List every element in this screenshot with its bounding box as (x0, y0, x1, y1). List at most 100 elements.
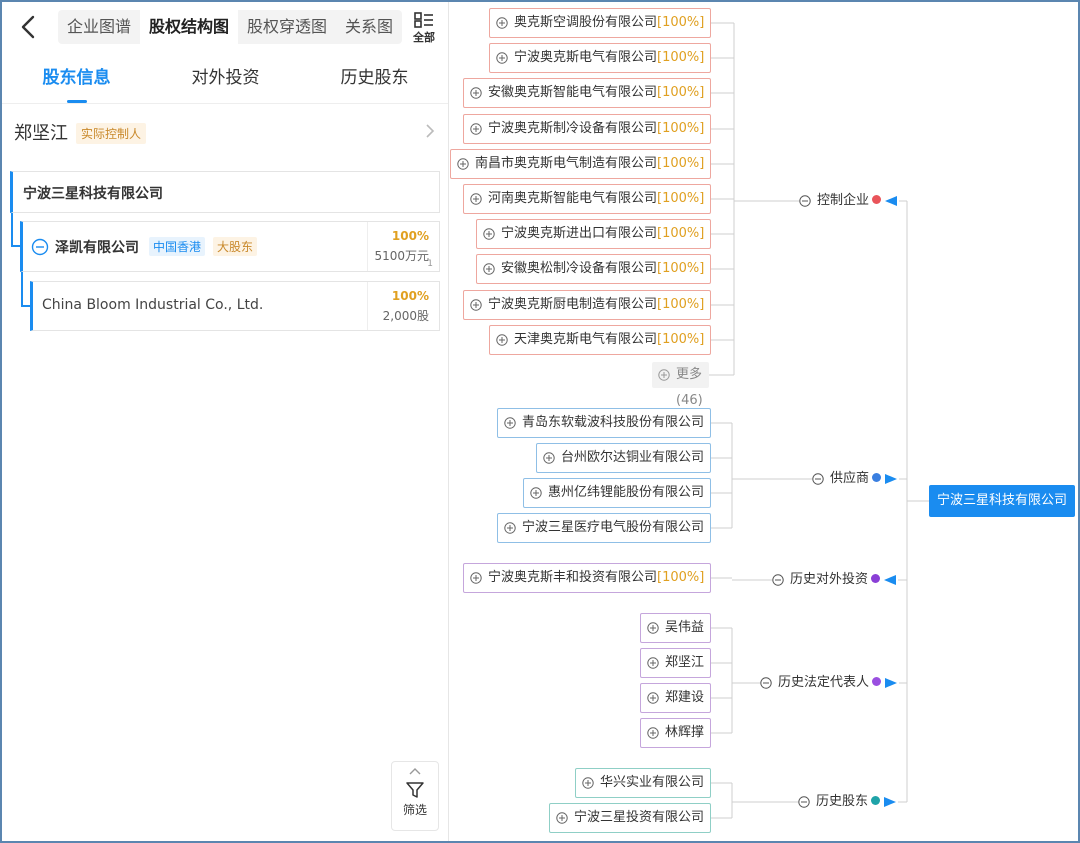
grid-menu-icon (414, 12, 433, 28)
expand-icon (470, 572, 482, 584)
more-button[interactable]: 更多(46) (652, 362, 709, 408)
control-child-node[interactable]: 河南奥克斯智能电气有限公司[100%] (463, 184, 712, 214)
history_legal-child-node[interactable]: 郑建设 (640, 683, 712, 713)
control-child-node[interactable]: 宁波奥克斯制冷设备有限公司[100%] (463, 114, 712, 144)
control-child-node[interactable]: 宁波奥克斯电气有限公司[100%] (489, 43, 712, 73)
category-dot (872, 195, 882, 204)
shareholding-info: 100% 2,000股 (367, 282, 439, 330)
tree-connector (21, 272, 23, 306)
direction-arrow-shape (885, 196, 897, 206)
control-child-node[interactable]: 宁波奥克斯进出口有限公司[100%] (476, 219, 712, 249)
shareholder-card[interactable]: China Bloom Industrial Co., Ltd. 100% 2,… (30, 281, 440, 331)
expand-icon (470, 193, 482, 205)
node-label: 青岛东软载波科技股份有限公司 (522, 415, 705, 430)
tree-connector (11, 245, 20, 247)
category-label: 控制企业 (817, 193, 870, 208)
node-label: 宁波三星投资有限公司 (574, 810, 705, 825)
category-label: 历史股东 (816, 794, 869, 809)
node-label: 宁波奥克斯进出口有限公司 (501, 226, 658, 241)
expand-icon (658, 369, 670, 381)
expand-icon (647, 727, 659, 739)
sub-tabs: 股东信息 对外投资 历史股东 (2, 54, 448, 104)
category-dot (871, 574, 881, 583)
supplier-child-node[interactable]: 青岛东软载波科技股份有限公司 (497, 408, 712, 438)
back-arrow-icon[interactable] (16, 14, 42, 40)
expand-icon (556, 812, 568, 824)
history_invest-child-node[interactable]: 宁波奥克斯丰和投资有限公司[100%] (463, 563, 712, 593)
control-child-node[interactable]: 奥克斯空调股份有限公司[100%] (489, 8, 712, 38)
control-child-node[interactable]: 天津奥克斯电气有限公司[100%] (489, 325, 712, 355)
expand-icon (470, 123, 482, 135)
expand-icon (582, 777, 594, 789)
category-history_invest[interactable]: 历史对外投资 (772, 570, 896, 590)
filter-label: 筛选 (402, 803, 427, 817)
collapse-icon[interactable] (798, 796, 810, 808)
actual-controller-row[interactable]: 郑坚江 实际控制人 (2, 106, 448, 156)
tab-equity-penetration[interactable]: 股权穿透图 (238, 10, 336, 44)
control-child-node[interactable]: 南昌市奥克斯电气制造有限公司[100%] (450, 149, 712, 179)
tab-history-shareholders[interactable]: 历史股东 (300, 54, 448, 103)
control-child-node[interactable]: 安徽奥松制冷设备有限公司[100%] (476, 254, 712, 284)
node-label: 郑坚江 (665, 655, 705, 670)
control-child-node[interactable]: 安徽奥克斯智能电气有限公司[100%] (463, 78, 712, 108)
history_legal-child-node[interactable]: 吴伟益 (640, 613, 712, 643)
tab-enterprise-graph[interactable]: 企业图谱 (58, 10, 140, 44)
node-percent: [100%] (657, 50, 705, 65)
category-supplier[interactable]: 供应商 (812, 469, 897, 489)
supplier-child-node[interactable]: 宁波三星医疗电气股份有限公司 (497, 513, 712, 543)
tab-shareholder-info[interactable]: 股东信息 (2, 54, 151, 103)
layer-index: 1 (427, 259, 433, 269)
chevron-right-icon (426, 124, 435, 138)
category-history_legal[interactable]: 历史法定代表人 (760, 673, 897, 693)
node-percent: [100%] (657, 261, 705, 276)
collapse-icon[interactable] (760, 677, 772, 689)
more-label: 更多(46) (676, 367, 703, 408)
expand-icon (543, 452, 555, 464)
expand-icon (647, 692, 659, 704)
supplier-child-node[interactable]: 台州欧尔达铜业有限公司 (536, 443, 712, 473)
tab-relation-graph[interactable]: 关系图 (336, 10, 402, 44)
share-percent: 100% (391, 229, 429, 243)
node-percent: [100%] (657, 297, 705, 312)
tab-equity-structure[interactable]: 股权结构图 (140, 10, 239, 44)
shareholder-card[interactable]: 泽凯有限公司 中国香港 大股东 100% 5100万元 1 (20, 221, 440, 272)
node-label: 安徽奥克斯智能电气有限公司 (488, 85, 658, 100)
shareholder-name: China Bloom Industrial Co., Ltd. (42, 297, 264, 313)
category-history_shareholder[interactable]: 历史股东 (798, 792, 896, 812)
root-company-node[interactable]: 宁波三星科技有限公司 (929, 485, 1075, 517)
supplier-child-node[interactable]: 惠州亿纬锂能股份有限公司 (523, 478, 712, 508)
expand-icon (647, 622, 659, 634)
tab-outbound-investment[interactable]: 对外投资 (151, 54, 300, 103)
history_shareholder-child-node[interactable]: 宁波三星投资有限公司 (549, 803, 712, 833)
history_legal-child-node[interactable]: 郑坚江 (640, 648, 712, 678)
collapse-icon[interactable] (31, 238, 49, 256)
direction-arrow-shape (884, 575, 896, 585)
shareholder-panel: 企业图谱 股权结构图 股权穿透图 关系图 全部 股东信息 对外投资 历史股东 郑… (2, 2, 449, 841)
expand-icon (496, 17, 508, 29)
all-menu-button[interactable]: 全部 (404, 10, 444, 46)
node-percent: [100%] (657, 570, 705, 585)
filter-button[interactable]: 筛选 (391, 761, 439, 831)
collapse-icon[interactable] (812, 473, 824, 485)
expand-icon (530, 487, 542, 499)
direction-arrow-icon (885, 474, 897, 484)
history_shareholder-child-node[interactable]: 华兴实业有限公司 (575, 768, 712, 798)
all-menu-label: 全部 (413, 31, 435, 44)
controller-name: 郑坚江 (14, 123, 68, 144)
history_legal-child-node[interactable]: 林辉撑 (640, 718, 712, 748)
node-label: 河南奥克斯智能电气有限公司 (488, 191, 658, 206)
collapse-icon[interactable] (772, 574, 784, 586)
node-percent: [100%] (657, 15, 705, 30)
node-label: 奥克斯空调股份有限公司 (514, 15, 658, 30)
category-label: 历史对外投资 (790, 572, 869, 587)
relationship-tree-panel: 奥克斯空调股份有限公司[100%] 宁波奥克斯电气有限公司[100%] 安徽奥克斯智… (450, 2, 1078, 841)
chevron-up-icon (409, 768, 421, 775)
category-control[interactable]: 控制企业 (799, 191, 897, 211)
region-tag: 中国香港 (149, 237, 206, 256)
node-label: 台州欧尔达铜业有限公司 (561, 450, 705, 465)
company-card[interactable]: 宁波三星科技有限公司 (10, 171, 440, 213)
collapse-icon[interactable] (799, 195, 811, 207)
expand-icon (470, 87, 482, 99)
category-dot (871, 796, 881, 805)
control-child-node[interactable]: 宁波奥克斯厨电制造有限公司[100%] (463, 290, 712, 320)
